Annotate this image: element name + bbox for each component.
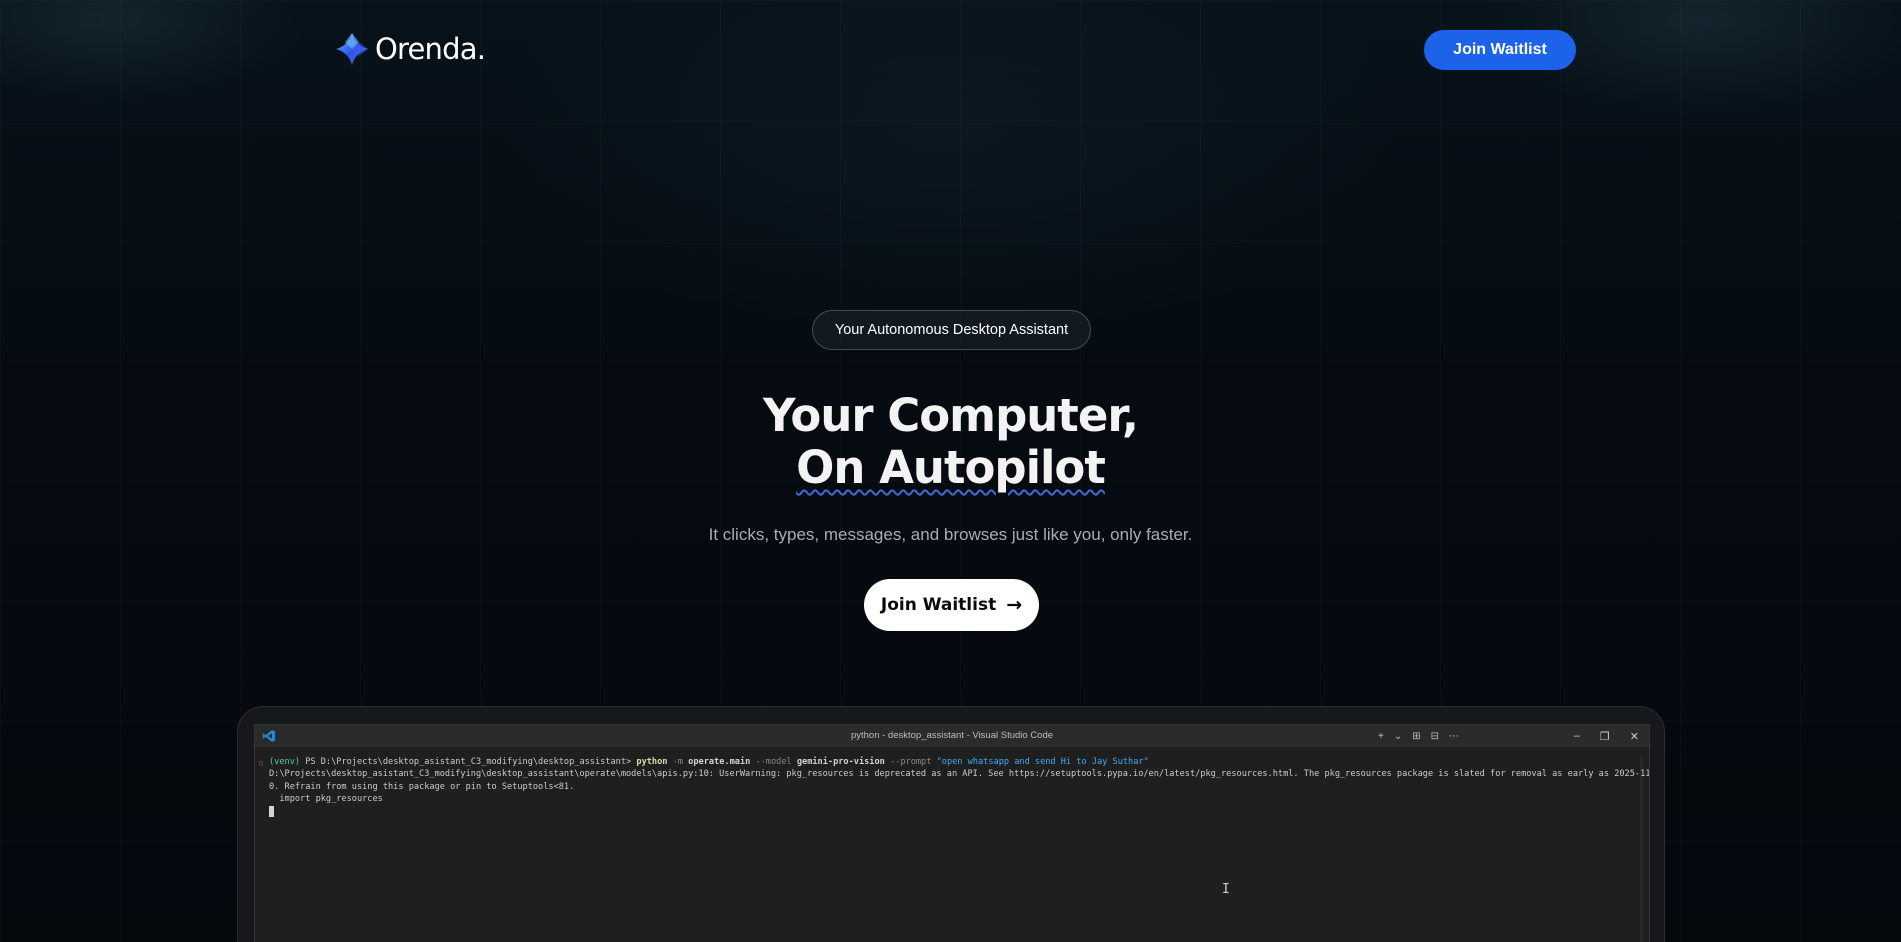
venv-label: (venv) — [269, 757, 301, 767]
layout-icon[interactable]: ⊟ — [1431, 731, 1439, 742]
hero-cta-label: Join Waitlist — [880, 595, 997, 615]
hero-subtitle: It clicks, types, messages, and browses … — [708, 525, 1193, 544]
prompt-arg: "open whatsapp and send Hi to Jay Suthar… — [936, 757, 1149, 767]
header-join-waitlist-button[interactable]: Join Waitlist — [1424, 30, 1576, 70]
arrow-right-icon: → — [1006, 593, 1023, 616]
terminal-gutter-dot: ○ — [259, 759, 264, 767]
terminal-cursor — [269, 805, 274, 817]
terminal-toolbar: + ⌄ ⊞ ⊟ ⋯ — [1378, 725, 1459, 747]
hero-join-waitlist-button[interactable]: Join Waitlist → — [864, 579, 1039, 631]
module-arg: operate.main — [688, 757, 751, 767]
more-icon[interactable]: ⋯ — [1449, 731, 1459, 742]
terminal-command-line: (venv) PS D:\Projects\desktop_asistant_C… — [269, 756, 1639, 768]
four-point-star-logo-icon — [336, 33, 368, 65]
hero-title: Your Computer, On Autopilot — [0, 390, 1901, 494]
terminal-output-line: D:\Projects\desktop_asistant_C3_modifyin… — [269, 769, 1650, 780]
brand[interactable]: Orenda. — [335, 32, 486, 66]
terminal-cursor-line — [269, 805, 1639, 818]
terminal-prompt: PS D:\Projects\desktop_asistant_C3_modif… — [305, 757, 632, 767]
flag-m: -m — [672, 757, 683, 767]
hero-title-line1: Your Computer, — [762, 389, 1139, 442]
hero-badge: Your Autonomous Desktop Assistant — [812, 310, 1091, 350]
terminal-output-line: 0. Refrain from using this package or pi… — [269, 781, 575, 792]
window-controls: – ❐ ✕ — [1574, 725, 1643, 747]
restore-icon[interactable]: ❐ — [1600, 730, 1610, 743]
minimize-icon[interactable]: – — [1574, 730, 1580, 742]
brand-name: Orenda. — [375, 32, 486, 66]
split-terminal-icon[interactable]: ⊞ — [1412, 731, 1420, 742]
chevron-down-icon[interactable]: ⌄ — [1394, 731, 1402, 742]
terminal-output[interactable]: ○ (venv) PS D:\Projects\desktop_asistant… — [255, 748, 1649, 818]
text-cursor-icon: I — [1222, 882, 1230, 897]
close-icon[interactable]: ✕ — [1630, 730, 1639, 743]
flag-prompt: --prompt — [890, 757, 932, 767]
hero-title-line2: On Autopilot — [796, 441, 1106, 494]
new-terminal-icon[interactable]: + — [1378, 731, 1384, 742]
model-arg: gemini-pro-vision — [796, 757, 885, 767]
terminal-scrollbar[interactable] — [1640, 755, 1643, 942]
command-name: python — [636, 757, 668, 767]
vscode-window: python - desktop_assistant - Visual Stud… — [254, 724, 1650, 942]
terminal-output-line: import pkg_resources — [269, 794, 383, 805]
landing-page: Orenda. Join Waitlist Your Autonomous De… — [0, 0, 1901, 942]
flag-model: --model — [755, 757, 792, 767]
vscode-titlebar: python - desktop_assistant - Visual Stud… — [255, 725, 1649, 748]
